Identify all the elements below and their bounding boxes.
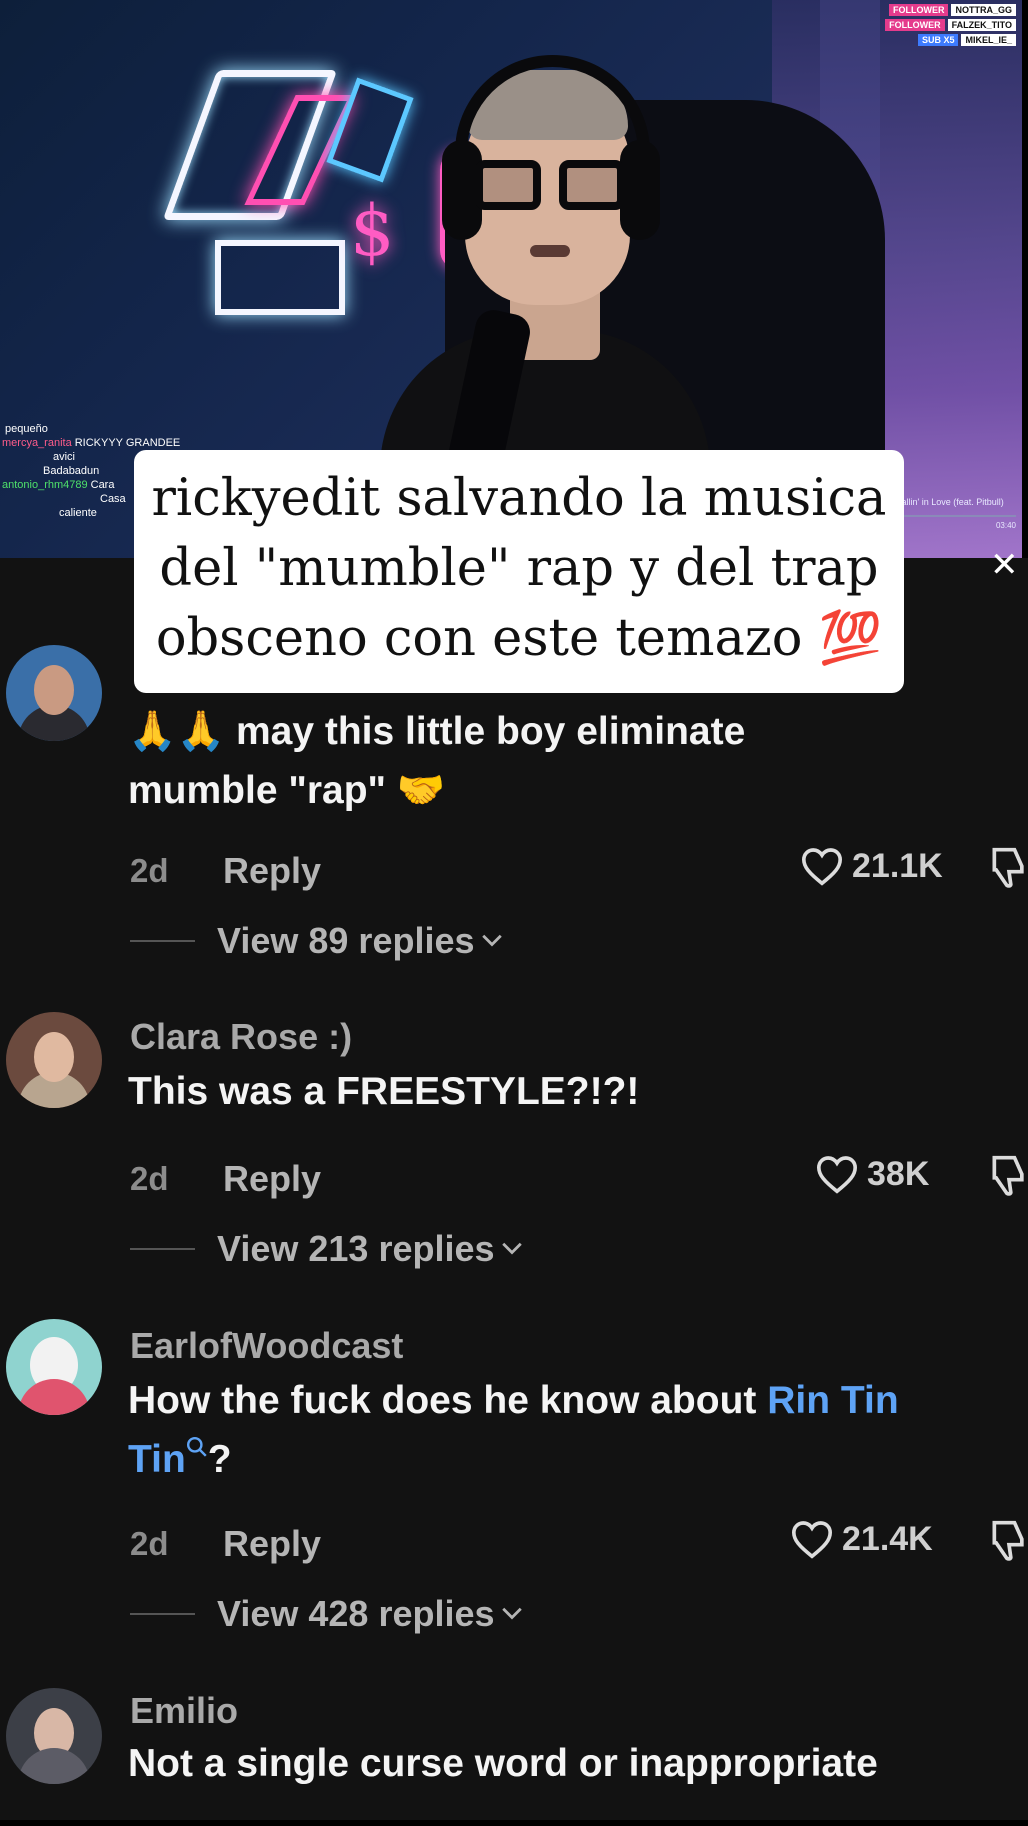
like-count: 21.4K (842, 1519, 933, 1558)
like-button[interactable]: 21.1K (800, 846, 943, 886)
view-replies-label: View 428 replies (217, 1593, 495, 1634)
chevron-down-icon (481, 934, 502, 947)
alert-name: MIKEL_IE_ (961, 34, 1016, 46)
reply-button[interactable]: Reply (223, 850, 321, 892)
chat-message: caliente (59, 507, 97, 519)
comment-username[interactable]: Emilio (130, 1690, 238, 1732)
neon-sign-blue (326, 77, 414, 183)
view-replies-label: View 213 replies (217, 1228, 495, 1269)
alert-tag: FOLLOWER (888, 4, 949, 16)
chat-message: avici (53, 451, 76, 463)
alert-row: SUB X5 MIKEL_IE_ (856, 34, 1016, 46)
chat-line: caliente (2, 506, 142, 520)
avatar[interactable] (6, 1688, 102, 1784)
headphones-band (455, 55, 650, 155)
comment-text: Not a single curse word or inappropriate (128, 1742, 878, 1785)
song-time: 03:40 (995, 521, 1016, 530)
heart-icon (801, 848, 843, 886)
reply-button[interactable]: Reply (223, 1158, 321, 1200)
chevron-down-icon (501, 1242, 522, 1255)
view-replies-label: View 89 replies (217, 920, 475, 961)
comment-text-line: How the fuck does he know about Rin Tin (128, 1371, 1028, 1430)
comment-text-part: ? (207, 1438, 232, 1481)
alert-row: FOLLOWER FALZEK_TITO (856, 19, 1016, 31)
neon-sign-box (215, 240, 345, 315)
chat-line: antonio_rhm4789 Cara (2, 478, 142, 492)
chat-message: pequeño (5, 423, 48, 435)
chat-user: mercya_ranita (2, 437, 72, 449)
caption-line: rickyedit salvando la musica (151, 469, 887, 528)
video-caption: rickyedit salvando la musica del "mumble… (134, 450, 904, 693)
chat-user: antonio_rhm4789 (2, 479, 88, 491)
alert-name: NOTTRA_GG (951, 4, 1016, 16)
search-link[interactable]: Tin (128, 1438, 186, 1481)
reply-button[interactable]: Reply (223, 1523, 321, 1565)
view-replies-button[interactable]: View 89 replies (130, 920, 503, 962)
search-icon[interactable] (186, 1436, 208, 1458)
comment-text-line: mumble "rap" 🤝 (128, 769, 446, 812)
dislike-icon[interactable] (990, 846, 1028, 890)
chat-line: Badabadun (2, 464, 142, 478)
comment-text-line: Tin? (128, 1430, 1028, 1489)
caption-line: obsceno con este temazo 💯 (155, 609, 883, 668)
chat-line: pequeño (2, 422, 142, 436)
stream-chat: pequeño mercya_ranita RICKYYY GRANDEE avi… (2, 422, 180, 520)
avatar[interactable] (6, 1319, 102, 1415)
alert-tag: FOLLOWER (885, 19, 945, 31)
like-count: 38K (867, 1154, 930, 1193)
chat-message: Casa (100, 493, 126, 505)
alert-row: FOLLOWER NOTTRA_GG (856, 4, 1016, 16)
comment-date: 2d (130, 1160, 169, 1197)
comment-date: 2d (130, 1525, 169, 1562)
comment-text: 🙏🙏 may this little boy eliminate mumble … (128, 702, 1028, 820)
stream-alerts: FOLLOWER NOTTRA_GG FOLLOWER FALZEK_TITO … (856, 4, 1016, 49)
dislike-icon[interactable] (990, 1154, 1028, 1198)
view-replies-button[interactable]: View 428 replies (130, 1593, 523, 1635)
chat-message: RICKYYY GRANDEE (74, 437, 181, 449)
comment-text-line: 🙏🙏 may this little boy eliminate (128, 710, 746, 753)
comment-username[interactable]: EarlofWoodcast (130, 1325, 403, 1367)
comment-date: 2d (130, 852, 169, 889)
neon-sign-dollar: $ (350, 190, 395, 272)
heart-icon (791, 1521, 833, 1559)
chat-message: Badabadun (43, 465, 100, 477)
song-title: Fallin' in Love (feat. Pitbull) (896, 497, 1004, 507)
glasses (475, 160, 625, 212)
dislike-icon[interactable] (990, 1519, 1028, 1563)
like-button[interactable]: 38K (815, 1154, 929, 1194)
comment-text: This was a FREESTYLE?!?! (128, 1070, 640, 1113)
like-count: 21.1K (852, 846, 943, 885)
alert-name: FALZEK_TITO (947, 19, 1016, 31)
close-icon[interactable]: ✕ (990, 548, 1019, 582)
streamer-mouth (530, 245, 570, 257)
chat-line: mercya_ranita RICKYYY GRANDEE (2, 436, 180, 450)
heart-icon (816, 1156, 858, 1194)
now-playing-widget: Fallin' in Love (feat. Pitbull) 03:40 (896, 497, 1016, 530)
song-progress-bar (896, 515, 1016, 517)
avatar[interactable] (6, 1012, 102, 1108)
chat-line: avici (2, 450, 142, 464)
caption-line: del "mumble" rap y del trap (159, 539, 879, 598)
headphone-right (620, 140, 660, 240)
chevron-down-icon (501, 1607, 522, 1620)
comment-username[interactable]: Clara Rose :) (130, 1016, 352, 1058)
search-link[interactable]: Rin Tin (767, 1379, 898, 1422)
comment-text-part: How the fuck does he know about (128, 1379, 768, 1422)
alert-tag: SUB X5 (917, 34, 959, 46)
avatar[interactable] (6, 645, 102, 741)
like-button[interactable]: 21.4K (790, 1519, 933, 1559)
chat-line: Casa (2, 492, 142, 506)
chat-message: Cara (90, 479, 115, 491)
view-replies-button[interactable]: View 213 replies (130, 1228, 523, 1270)
comment-text: How the fuck does he know about Rin Tin … (128, 1371, 1028, 1489)
